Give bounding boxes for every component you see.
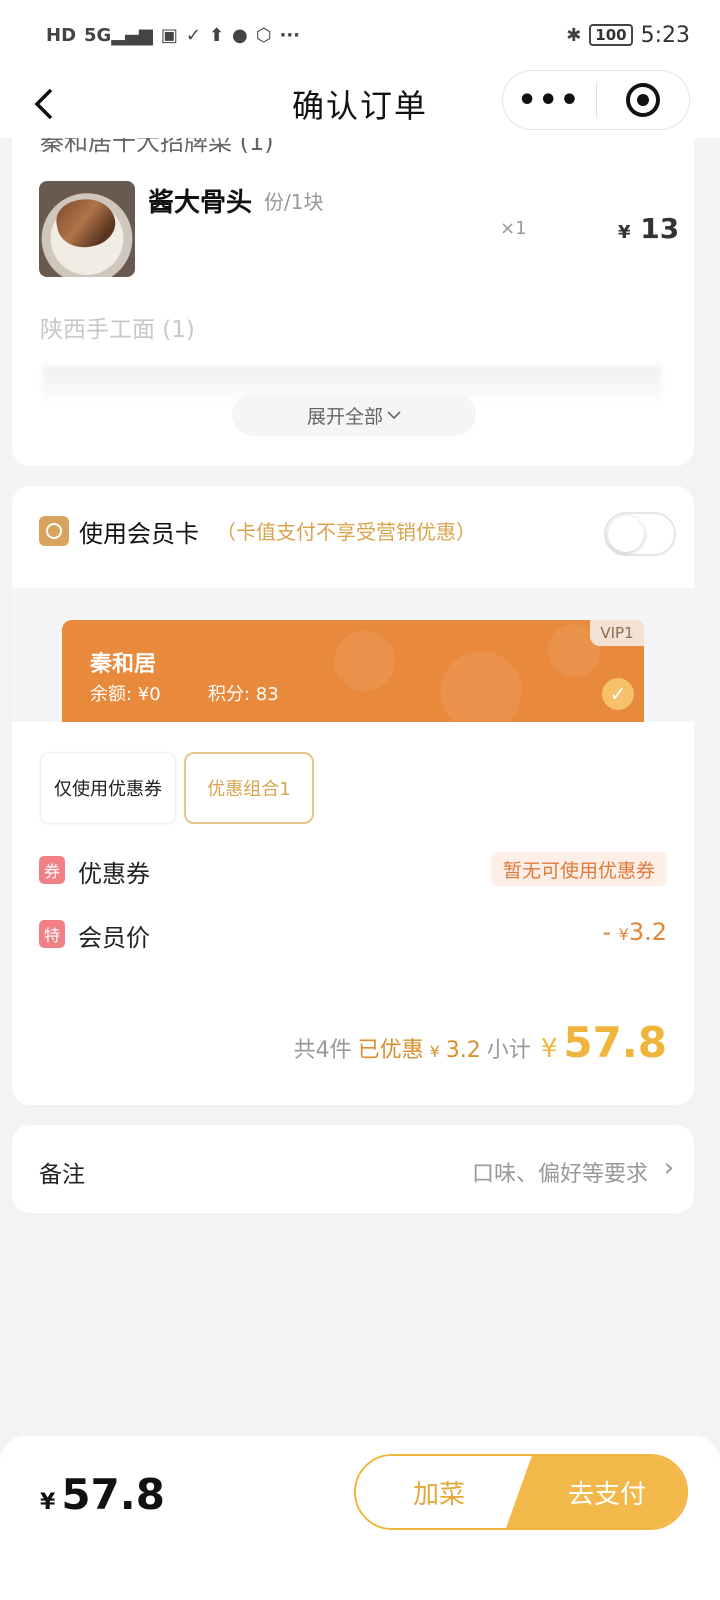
- hd-icon: HD: [46, 24, 77, 46]
- pay-button[interactable]: 去支付: [506, 1456, 686, 1528]
- vip-card-balance: 余额: ¥0: [90, 684, 161, 705]
- dish-quantity: ×1: [500, 218, 527, 239]
- discount-currency: ¥: [429, 1042, 440, 1061]
- member-card-icon: [39, 516, 69, 546]
- vip-card-name: 秦和居: [90, 652, 157, 677]
- expand-all-button[interactable]: 展开全部: [232, 394, 476, 436]
- item-count: 共4件: [293, 1038, 352, 1063]
- app-notification-icon: ▣: [160, 24, 178, 46]
- order-items-card: 秦和居十大招牌菜 (1) 酱大骨头 份/1块 ×1 ¥ 13 陕西手工面 (1)…: [12, 138, 694, 466]
- coupon-status: 暂无可使用优惠券: [490, 852, 667, 886]
- category-title: 陕西手工面 (1): [40, 317, 195, 343]
- status-bar: HD 5G▂▄▆ ▣ ✓ ⬆ ● ⬡ ··· ✱ 100 5:23: [0, 0, 720, 70]
- total-currency: ¥: [40, 1490, 56, 1515]
- close-miniapp-button[interactable]: [597, 83, 690, 117]
- coupon-tag-icon: 券: [39, 856, 65, 884]
- member-card-area: 秦和居 余额: ¥0 积分: 83 VIP1 ✓: [12, 588, 694, 722]
- status-icons: HD 5G▂▄▆ ▣ ✓ ⬆ ● ⬡ ···: [46, 25, 566, 46]
- remark-placeholder: 口味、偏好等要求: [471, 1162, 648, 1187]
- more-notifications-icon: ···: [279, 24, 300, 46]
- 5g-signal-icon: 5G▂▄▆: [84, 24, 153, 46]
- vpn-icon: ⬡: [255, 24, 272, 46]
- member-card-note: （卡值支付不享受营销优惠）: [216, 520, 476, 544]
- chevron-down-icon: [387, 411, 401, 420]
- special-tag-icon: 特: [39, 920, 65, 948]
- dish-name: 酱大骨头: [148, 188, 253, 218]
- discount-card: 使用会员卡 （卡值支付不享受营销优惠） 秦和居 余额: ¥0 积分: 83 VI…: [12, 486, 694, 1105]
- dish-image: [39, 181, 135, 277]
- dish-price: ¥ 13: [618, 212, 680, 245]
- subtotal-amount: 57.8: [563, 1018, 667, 1067]
- vip-card-points: 积分: 83: [208, 684, 279, 705]
- coupon-row[interactable]: 券 优惠券 暂无可使用优惠券: [12, 852, 694, 892]
- discount-label: 已优惠: [357, 1038, 424, 1063]
- app-notification-icon: ✓: [185, 24, 201, 46]
- total-price: ¥ 57.8: [40, 1470, 165, 1519]
- vip-card[interactable]: 秦和居 余额: ¥0 积分: 83 VIP1 ✓: [62, 620, 644, 722]
- page-title: 确认订单: [291, 87, 428, 125]
- target-icon: [625, 83, 660, 117]
- order-summary: 共4件 已优惠 ¥3.2 小计 ¥ 57.8: [294, 1018, 667, 1067]
- remark-row[interactable]: 备注 口味、偏好等要求 ›: [12, 1125, 694, 1213]
- checkout-bar: ¥ 57.8 加菜 去支付: [0, 1436, 720, 1600]
- chevron-left-icon: [34, 88, 53, 120]
- total-amount: 57.8: [61, 1470, 165, 1519]
- checkout-buttons: 加菜 去支付: [354, 1454, 688, 1530]
- nav-bar: 确认订单 •••: [0, 70, 720, 138]
- bluetooth-icon: ✱: [566, 24, 582, 46]
- battery-icon: 100: [589, 24, 633, 46]
- discount-amount: 3.2: [445, 1038, 481, 1063]
- more-menu-button[interactable]: •••: [503, 83, 596, 118]
- chevron-right-icon: ›: [663, 1153, 674, 1183]
- miniapp-capsule: •••: [502, 70, 690, 130]
- remark-label: 备注: [39, 1162, 85, 1188]
- member-card-row: 使用会员卡 （卡值支付不享受营销优惠）: [12, 486, 694, 588]
- member-price-row: 特 会员价 - ¥3.2: [12, 916, 694, 956]
- chat-icon: ●: [232, 24, 248, 46]
- add-dish-button[interactable]: 加菜: [356, 1456, 522, 1528]
- member-card-label: 使用会员卡: [79, 520, 199, 548]
- back-button[interactable]: [24, 82, 64, 126]
- category-title: 秦和居十大招牌菜 (1): [40, 138, 274, 156]
- clock: 5:23: [640, 22, 690, 48]
- expand-all-label: 展开全部: [306, 405, 383, 428]
- coupon-label: 优惠券: [78, 860, 150, 888]
- vip-level-badge: VIP1: [590, 620, 644, 646]
- discount-combo-option[interactable]: 优惠组合1: [184, 752, 314, 824]
- dish-unit: 份/1块: [264, 190, 324, 214]
- coupon-only-option[interactable]: 仅使用优惠券: [40, 752, 176, 824]
- member-card-toggle[interactable]: [604, 512, 676, 556]
- member-price-value: - ¥3.2: [602, 918, 667, 946]
- upload-icon: ⬆: [208, 24, 225, 46]
- subtotal-label: 小计: [486, 1038, 531, 1063]
- subtotal-currency: ¥: [540, 1034, 558, 1064]
- check-icon: ✓: [602, 678, 634, 710]
- member-price-label: 会员价: [78, 924, 150, 952]
